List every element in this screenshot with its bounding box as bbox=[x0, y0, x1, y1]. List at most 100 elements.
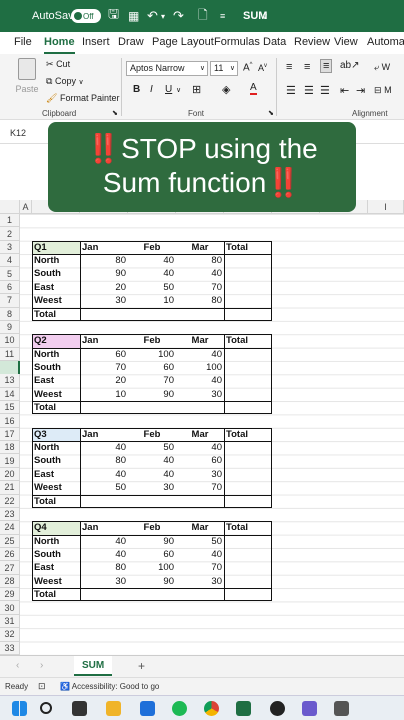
align-top-icon[interactable]: ≡ bbox=[286, 61, 292, 73]
row-header[interactable]: 3 bbox=[0, 240, 20, 255]
tab-view[interactable]: View bbox=[334, 36, 358, 48]
row-header[interactable]: 18 bbox=[0, 441, 20, 455]
row-header[interactable]: 6 bbox=[0, 280, 20, 295]
dialog-launcher-icon[interactable]: ⬊ bbox=[268, 109, 274, 117]
orientation-icon[interactable]: ab↗ bbox=[340, 60, 360, 71]
paste-button[interactable]: Paste bbox=[14, 58, 40, 102]
tab-data[interactable]: Data bbox=[263, 36, 286, 48]
row-header[interactable]: 23 bbox=[0, 507, 20, 522]
add-sheet-button[interactable]: + bbox=[138, 659, 145, 673]
font-color-icon[interactable]: A bbox=[250, 83, 257, 95]
row-header[interactable]: 2 bbox=[0, 227, 20, 241]
select-all-corner[interactable] bbox=[0, 200, 20, 214]
underline-icon[interactable]: U bbox=[165, 84, 172, 95]
format-painter-button[interactable]: 🖌 Format Painter bbox=[46, 93, 119, 104]
tab-automate[interactable]: Automate bbox=[367, 36, 404, 48]
row-header[interactable]: 8 bbox=[0, 307, 20, 321]
copy-button[interactable]: ⧉ Copy ∨ bbox=[46, 76, 84, 87]
tab-draw[interactable]: Draw bbox=[118, 36, 144, 48]
row-header[interactable]: 13 bbox=[0, 374, 20, 388]
row-header[interactable]: 30 bbox=[0, 601, 20, 615]
file-explorer-icon[interactable] bbox=[106, 701, 121, 716]
autosave-toggle[interactable]: Off bbox=[71, 9, 101, 23]
calculator-icon[interactable] bbox=[334, 701, 349, 716]
font-size-select[interactable]: 11 ∨ bbox=[210, 61, 238, 76]
row-header[interactable]: 31 bbox=[0, 614, 20, 629]
row-header[interactable]: 21 bbox=[0, 481, 20, 495]
row-header[interactable]: 29 bbox=[0, 588, 20, 602]
chrome-icon[interactable] bbox=[204, 701, 219, 716]
font-name-select[interactable]: Aptos Narrow ∨ bbox=[126, 61, 208, 76]
italic-icon[interactable]: I bbox=[150, 84, 153, 95]
row-header[interactable]: 26 bbox=[0, 548, 20, 562]
row-header[interactable]: 15 bbox=[0, 401, 20, 415]
row-header[interactable]: 20 bbox=[0, 467, 20, 482]
align-bottom-icon[interactable]: ≡ bbox=[320, 59, 333, 73]
grid-icon[interactable]: ▦ bbox=[128, 0, 139, 32]
search-icon[interactable] bbox=[40, 702, 52, 714]
row-header[interactable]: 27 bbox=[0, 561, 20, 575]
photos-icon[interactable] bbox=[302, 701, 317, 716]
row-header[interactable]: 25 bbox=[0, 534, 20, 548]
spotify-icon[interactable] bbox=[172, 701, 187, 716]
row-header[interactable]: 4 bbox=[0, 254, 20, 268]
column-header[interactable]: I bbox=[368, 200, 404, 214]
worksheet-grid[interactable]: ABCDEFGHI1234567891011121314151617181920… bbox=[0, 200, 404, 655]
tab-formulas[interactable]: Formulas bbox=[214, 36, 260, 48]
chevron-left-icon[interactable]: ‹ bbox=[16, 660, 19, 671]
windows-start-icon[interactable] bbox=[12, 701, 27, 716]
decrease-font-icon[interactable]: Av bbox=[258, 63, 267, 73]
chevron-down-icon[interactable]: ∨ bbox=[262, 0, 268, 32]
indent-decrease-icon[interactable]: ⇤ bbox=[340, 84, 349, 97]
row-header[interactable]: 33 bbox=[0, 641, 20, 655]
redo-icon[interactable]: ↷ bbox=[173, 0, 184, 32]
cut-button[interactable]: ✂ Cut bbox=[46, 59, 70, 70]
chevron-down-icon[interactable]: ▾ bbox=[161, 0, 165, 32]
customize-icon[interactable]: ≡ bbox=[220, 0, 225, 32]
tab-file[interactable]: File bbox=[14, 36, 32, 48]
bold-icon[interactable]: B bbox=[133, 84, 140, 95]
tab-page-layout[interactable]: Page Layout bbox=[152, 36, 214, 48]
chevron-down-icon[interactable]: ∨ bbox=[176, 86, 181, 94]
row-header[interactable]: 9 bbox=[0, 320, 20, 335]
row-header[interactable]: 24 bbox=[0, 521, 20, 535]
dialog-launcher-icon[interactable]: ⬊ bbox=[112, 109, 118, 117]
merge-button[interactable]: ⊟ M bbox=[374, 85, 392, 96]
tab-review[interactable]: Review bbox=[294, 36, 330, 48]
row-header[interactable]: 14 bbox=[0, 387, 20, 402]
task-view-icon[interactable] bbox=[72, 701, 87, 716]
row-header[interactable]: 5 bbox=[0, 267, 20, 281]
name-box[interactable]: K12 bbox=[10, 128, 26, 138]
row-header[interactable]: 22 bbox=[0, 494, 20, 508]
row-header[interactable]: 17 bbox=[0, 427, 20, 442]
row-header[interactable]: 19 bbox=[0, 454, 20, 468]
row-header[interactable]: 7 bbox=[0, 294, 20, 308]
excel-icon[interactable] bbox=[236, 701, 251, 716]
align-left-icon[interactable]: ☰ bbox=[286, 84, 296, 97]
indent-increase-icon[interactable]: ⇥ bbox=[356, 84, 365, 97]
align-right-icon[interactable]: ☰ bbox=[320, 84, 330, 97]
borders-icon[interactable]: ⊞ bbox=[192, 83, 201, 96]
clock-app-icon[interactable] bbox=[270, 701, 285, 716]
increase-font-icon[interactable]: A^ bbox=[243, 62, 253, 73]
macro-record-icon[interactable]: ⊡ bbox=[38, 681, 46, 692]
row-header[interactable]: 11 bbox=[0, 347, 20, 361]
accessibility-button[interactable]: ♿ Accessibility: Good to go bbox=[60, 682, 159, 691]
row-header[interactable]: 1 bbox=[0, 214, 20, 228]
chevron-right-icon[interactable]: › bbox=[40, 660, 43, 671]
wrap-text-button[interactable]: ⤶ W bbox=[374, 62, 390, 73]
sheet-tab-sum[interactable]: SUM bbox=[74, 656, 113, 676]
mail-icon[interactable] bbox=[140, 701, 155, 716]
fill-color-icon[interactable]: ◈ bbox=[222, 83, 230, 96]
tab-insert[interactable]: Insert bbox=[82, 36, 110, 48]
column-header[interactable]: A bbox=[20, 200, 32, 214]
row-header[interactable]: 28 bbox=[0, 574, 20, 589]
row-header[interactable]: 10 bbox=[0, 334, 20, 348]
row-header[interactable]: 32 bbox=[0, 628, 20, 642]
new-document-icon[interactable]: 🗋 bbox=[198, 0, 208, 32]
align-middle-icon[interactable]: ≡ bbox=[304, 61, 310, 73]
save-icon[interactable]: 🖫 bbox=[108, 0, 119, 32]
tab-home[interactable]: Home bbox=[44, 36, 75, 54]
row-header[interactable]: 16 bbox=[0, 414, 20, 428]
undo-icon[interactable]: ↶ bbox=[147, 0, 158, 32]
